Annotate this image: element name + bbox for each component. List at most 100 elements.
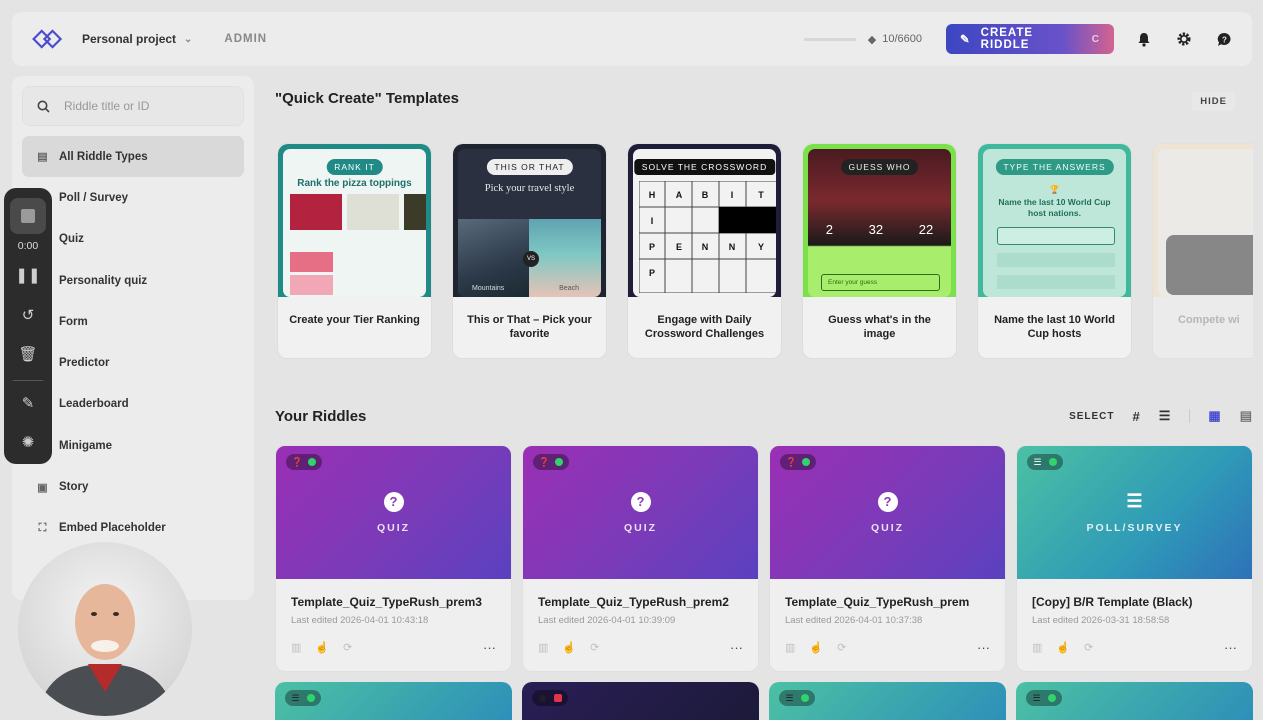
grid-view-icon[interactable]: ▦ <box>1208 408 1221 424</box>
sidebar-item-leaderboard[interactable]: ▥Leaderboard <box>22 384 244 425</box>
list-icon: ☰ <box>1032 692 1041 703</box>
riddle-card[interactable]: ☰ <box>1016 682 1253 720</box>
templates-row: RANK IT Rank the pizza toppings Create y… <box>275 143 1253 361</box>
answer-row <box>997 275 1115 289</box>
sidebar-item-personality-quiz[interactable]: ☺Personality quiz <box>22 260 244 301</box>
sidebar-item-predictor[interactable]: ◔Predictor <box>22 342 244 383</box>
tier-s-row <box>290 252 333 272</box>
svg-text:Y: Y <box>758 242 764 252</box>
template-caption: Engage with Daily Crossword Challenges <box>644 314 765 341</box>
restart-icon[interactable]: ↺ <box>10 297 46 333</box>
list-view-icon[interactable]: ▤ <box>1240 408 1253 424</box>
templates-title: "Quick Create" Templates <box>275 90 460 107</box>
more-options-icon[interactable]: ··· <box>483 640 496 655</box>
sync-icon[interactable]: ⟳ <box>837 641 846 654</box>
trash-icon[interactable]: 🗑 <box>10 337 46 373</box>
sidebar-item-quiz[interactable]: ?Quiz <box>22 219 244 260</box>
click-icon[interactable]: ☝ <box>562 641 576 654</box>
template-tag: GUESS WHO <box>840 159 919 175</box>
admin-link[interactable]: ADMIN <box>224 33 267 45</box>
answer-row <box>997 253 1115 267</box>
hashtag-icon[interactable]: # <box>1133 409 1141 424</box>
riddle-card[interactable]: ❓ ? QUIZ Template_Quiz_TypeRush_prem3 La… <box>275 445 512 672</box>
riddle-card[interactable]: ☰ <box>769 682 1006 720</box>
sync-icon[interactable]: ⟳ <box>343 641 352 654</box>
project-selector[interactable]: Personal project ⌄ <box>82 32 192 46</box>
riddle-card[interactable]: ▣ <box>522 682 759 720</box>
recording-timer: 0:00 <box>17 239 39 252</box>
sidebar-item-story[interactable]: ▣ Story <box>22 466 244 507</box>
click-icon[interactable]: ☝ <box>315 641 329 654</box>
draw-pen-icon[interactable]: ✎ <box>10 385 46 421</box>
card-cover: ❓ ? QUIZ <box>770 446 1005 579</box>
svg-text:T: T <box>758 190 764 200</box>
template-caption: This or That – Pick your favorite <box>467 314 592 341</box>
template-compete[interactable]: Compete wi <box>1152 143 1253 359</box>
svg-text:B: B <box>702 190 709 200</box>
filter-icon[interactable]: ☰ <box>1159 408 1172 424</box>
riddle-card[interactable]: ❓ ? QUIZ Template_Quiz_TypeRush_prem2 La… <box>522 445 759 672</box>
gear-icon[interactable] <box>1174 29 1194 49</box>
template-caption: Compete wi <box>1178 314 1240 326</box>
trash-icon[interactable]: ▥ <box>291 641 301 654</box>
pineapple-image <box>347 194 399 230</box>
sidebar-item-minigame[interactable]: ◈Minigame <box>22 425 244 466</box>
template-tag: THIS OR THAT <box>486 159 573 175</box>
card-cover: ❓ ? QUIZ <box>523 446 758 579</box>
sidebar-item-form[interactable]: ▭Form <box>22 301 244 342</box>
click-icon[interactable]: ☝ <box>809 641 823 654</box>
search-input[interactable]: Riddle title or ID <box>64 99 149 113</box>
stop-recording-button[interactable] <box>10 198 46 234</box>
template-tier-ranking[interactable]: RANK IT Rank the pizza toppings Create y… <box>277 143 432 359</box>
confetti-icon[interactable]: ✺ <box>10 424 46 460</box>
create-riddle-button[interactable]: ✎ CREATE RIDDLE C <box>946 24 1114 54</box>
template-this-or-that[interactable]: THIS OR THAT Pick your travel style Moun… <box>452 143 607 359</box>
shortcut-hint: C <box>1091 33 1100 45</box>
book-icon: ▤ <box>37 151 48 164</box>
toolbar-divider <box>13 380 43 381</box>
pause-icon[interactable]: ❚❚ <box>10 258 46 294</box>
riddle-card[interactable]: ❓ ? QUIZ Template_Quiz_TypeRush_prem Las… <box>769 445 1006 672</box>
trash-icon[interactable]: ▥ <box>785 641 795 654</box>
sync-icon[interactable]: ⟳ <box>1084 641 1093 654</box>
more-options-icon[interactable]: ··· <box>730 640 743 655</box>
riddle-card[interactable]: ☰ <box>275 682 512 720</box>
riddle-card[interactable]: ☰ ☰ POLL/SURVEY [Copy] B/R Template (Bla… <box>1016 445 1253 672</box>
card-actions: ▥ ☝ ⟳ ··· <box>276 626 511 655</box>
riddle-type-label: QUIZ <box>623 521 658 534</box>
trash-icon[interactable]: ▥ <box>1032 641 1042 654</box>
help-chat-icon[interactable]: ? <box>1214 29 1234 49</box>
template-crossword[interactable]: SOLVE THE CROSSWORD HABIT I PENNY P Enga… <box>627 143 782 359</box>
sidebar-item-label: Minigame <box>59 439 113 452</box>
riddle-logo[interactable] <box>30 25 66 53</box>
click-icon[interactable]: ☝ <box>1056 641 1070 654</box>
sidebar-item-poll-survey[interactable]: ≡Poll / Survey <box>22 177 244 218</box>
riddle-title: Template_Quiz_TypeRush_prem2 <box>538 595 729 609</box>
more-options-icon[interactable]: ··· <box>977 640 990 655</box>
hide-templates-button[interactable]: HIDE <box>1192 92 1235 111</box>
credits-bar <box>803 37 856 41</box>
olives-image <box>404 194 426 230</box>
template-guess-image[interactable]: GUESS WHO 2 32 22 Enter your guess Guess w… <box>802 143 957 359</box>
card-actions: ▥ ☝ ⟳ ··· <box>1017 626 1252 655</box>
more-options-icon[interactable]: ··· <box>1224 640 1237 655</box>
template-caption: Guess what's in the image <box>828 314 931 341</box>
bell-icon[interactable] <box>1134 29 1154 49</box>
chevron-down-icon: ⌄ <box>184 33 193 45</box>
trash-icon[interactable]: ▥ <box>538 641 548 654</box>
select-button[interactable]: SELECT <box>1069 411 1114 422</box>
draft-dot <box>553 694 562 702</box>
webcam-bubble[interactable] <box>18 542 192 716</box>
sidebar-item-all-riddle-types[interactable]: ▤ All Riddle Types <box>22 136 244 178</box>
sync-icon[interactable]: ⟳ <box>590 641 599 654</box>
svg-text:P: P <box>649 242 655 252</box>
template-tag: TYPE THE ANSWERS <box>995 159 1114 175</box>
published-dot <box>555 458 564 466</box>
sidebar-item-label: Story <box>59 481 89 494</box>
template-preview: RANK IT Rank the pizza toppings <box>278 144 431 297</box>
sidebar-item-embed-placeholder[interactable]: ⛶ Embed Placeholder <box>22 508 244 549</box>
search-box[interactable]: Riddle title or ID <box>22 86 244 126</box>
template-type-answers[interactable]: TYPE THE ANSWERS 🏆 Name the last 10 Worl… <box>977 143 1132 359</box>
option-left-label: Mountains <box>472 285 505 292</box>
published-dot <box>308 458 317 466</box>
